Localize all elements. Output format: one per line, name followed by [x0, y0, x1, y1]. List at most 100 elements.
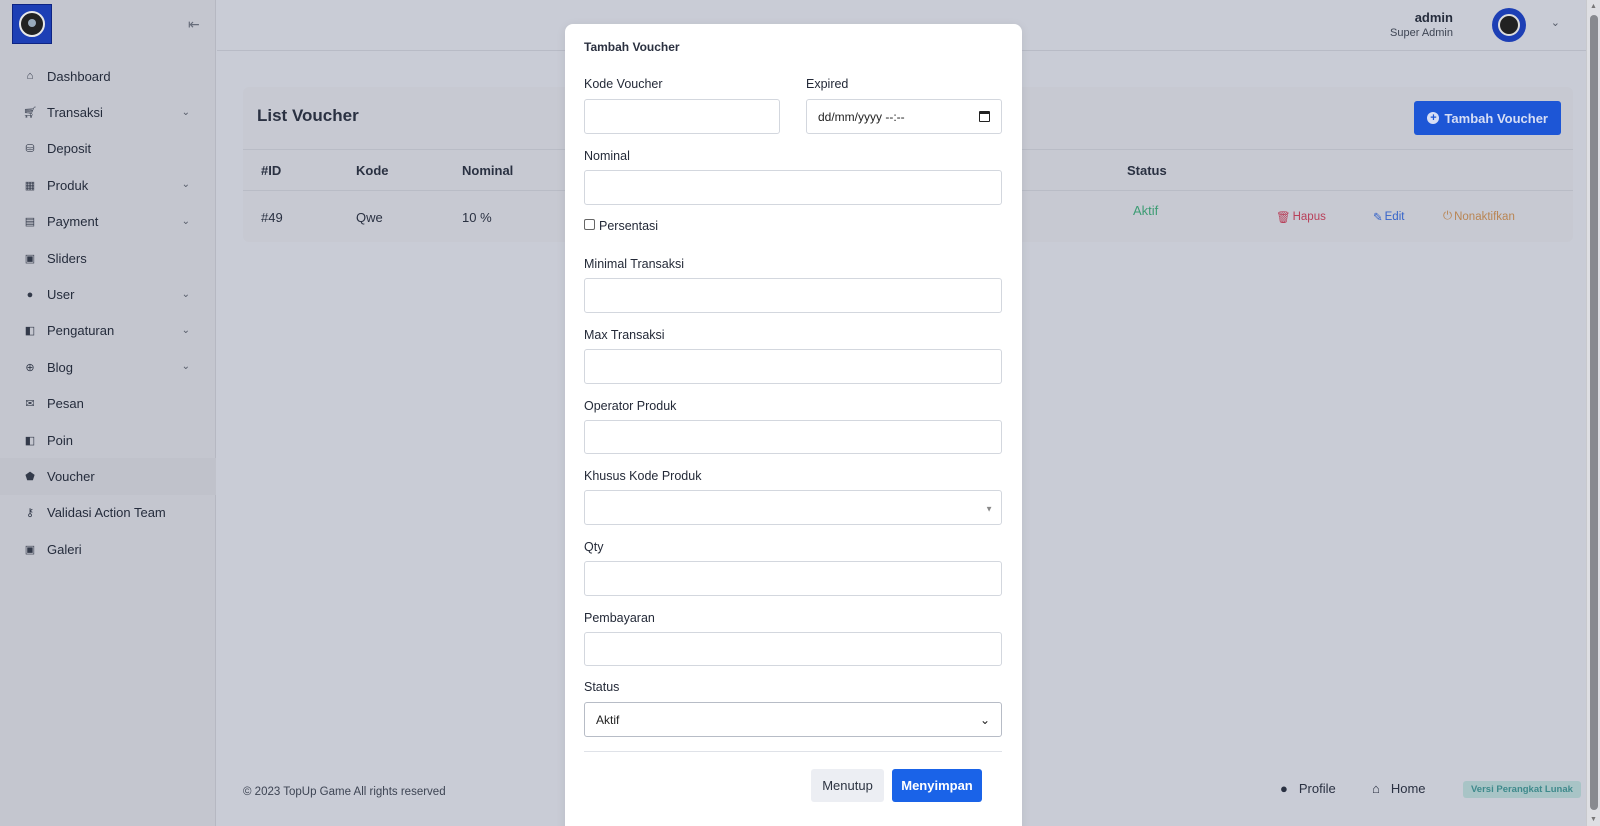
page-scrollbar[interactable]: ▲ ▼	[1586, 0, 1600, 826]
chevron-down-icon: ⌄	[181, 215, 190, 227]
expired-datetime-input[interactable]: dd/mm/yyyy --:--	[806, 99, 1002, 134]
sidebar-item-voucher[interactable]: ⬟ Voucher	[0, 458, 216, 495]
delete-label: Hapus	[1292, 211, 1326, 223]
points-icon: ◧	[24, 434, 36, 447]
sidebar-item-dashboard[interactable]: ⌂ Dashboard	[0, 58, 216, 94]
sidebar-item-label: Poin	[47, 432, 74, 448]
power-icon: ⏻	[1443, 210, 1453, 222]
settings-icon: ◧	[24, 325, 36, 338]
user-icon: ●	[26, 288, 34, 301]
chevron-down-icon: ⌄	[181, 106, 190, 118]
column-header-id: #ID	[261, 163, 282, 178]
version-badge: Versi Perangkat Lunak	[1463, 781, 1581, 798]
chevron-down-icon: ⌄	[181, 361, 190, 373]
sidebar-item-sliders[interactable]: ▣ Sliders	[0, 240, 216, 276]
sidebar-item-pesan[interactable]: ✉ Pesan	[0, 386, 216, 422]
khusus-kode-produk-select[interactable]: ▼	[584, 490, 1002, 525]
sidebar-item-label: Validasi Action Team	[47, 505, 166, 521]
coins-icon: ⛁	[25, 143, 35, 156]
avatar[interactable]	[1492, 8, 1526, 42]
copyright-text: © 2023 TopUp Game All rights reserved	[243, 786, 446, 798]
column-header-status: Status	[1127, 163, 1167, 178]
chevron-down-icon[interactable]: ⌄	[1551, 16, 1560, 29]
sidebar-item-blog[interactable]: ⊕ Blog ⌄	[0, 349, 216, 385]
save-button[interactable]: Menyimpan	[892, 769, 982, 802]
cell-id: #49	[261, 210, 283, 225]
sidebar-item-user[interactable]: ● User ⌄	[0, 276, 216, 312]
minimal-transaksi-input[interactable]	[584, 278, 1002, 313]
profile-label: Profile	[1298, 781, 1336, 796]
sidebar-item-pengaturan[interactable]: ◧ Pengaturan ⌄	[0, 313, 216, 349]
deactivate-button[interactable]: ⏻ Nonaktifkan	[1443, 210, 1515, 223]
sidebar-nav: ⌂ Dashboard 🛒︎ Transaksi ⌄ ⛁ Deposit ▦ P…	[0, 58, 216, 567]
user-icon: ●	[1280, 781, 1288, 796]
sidebar-item-label: Deposit	[47, 141, 92, 157]
calendar-icon[interactable]	[979, 111, 990, 122]
sidebar-item-label: Pesan	[47, 396, 84, 412]
sidebar-item-label: Transaksi	[47, 105, 103, 121]
edit-button[interactable]: ✎ Edit	[1373, 210, 1404, 224]
page-title: List Voucher	[257, 106, 359, 125]
scroll-down-arrow-icon[interactable]: ▼	[1590, 816, 1597, 823]
sidebar-item-transaksi[interactable]: 🛒︎ Transaksi ⌄	[0, 94, 216, 130]
status-selected-value: Aktif	[596, 712, 620, 727]
persentasi-checkbox[interactable]	[584, 219, 595, 230]
delete-button[interactable]: 🗑︎ Hapus	[1276, 210, 1326, 224]
column-header-nominal: Nominal	[462, 163, 514, 178]
user-role: Super Admin	[1390, 27, 1453, 39]
close-button[interactable]: Menutup	[811, 769, 884, 802]
add-voucher-button[interactable]: + Tambah Voucher	[1414, 101, 1561, 135]
kode-voucher-label: Kode Voucher	[584, 77, 663, 91]
qty-input[interactable]	[584, 561, 1002, 596]
pembayaran-label: Pembayaran	[584, 611, 655, 625]
expired-placeholder: dd/mm/yyyy --:--	[818, 109, 905, 124]
collapse-sidebar-icon[interactable]: ⇤	[188, 16, 200, 33]
modal-footer-divider	[584, 751, 1002, 752]
trash-icon: 🗑︎	[1276, 212, 1291, 224]
logo[interactable]	[12, 4, 52, 44]
plus-circle-icon: +	[1427, 112, 1440, 124]
sidebar-item-galeri[interactable]: ▣ Galeri	[0, 531, 216, 567]
scroll-up-arrow-icon[interactable]: ▲	[1590, 3, 1597, 10]
operator-produk-label: Operator Produk	[584, 399, 677, 413]
cell-kode: Qwe	[356, 210, 383, 225]
sidebar-item-payment[interactable]: ▤ Payment ⌄	[0, 204, 216, 240]
max-transaksi-label: Max Transaksi	[584, 328, 665, 342]
pencil-icon: ✎	[1373, 212, 1383, 224]
sidebar-item-label: User	[47, 287, 75, 303]
nominal-label: Nominal	[584, 149, 630, 163]
deactivate-label: Nonaktifkan	[1454, 210, 1515, 223]
qty-label: Qty	[584, 540, 604, 554]
sidebar-item-produk[interactable]: ▦ Produk ⌄	[0, 167, 216, 203]
operator-produk-input[interactable]	[584, 420, 1002, 454]
max-transaksi-input[interactable]	[584, 349, 1002, 384]
scrollbar-thumb[interactable]	[1590, 15, 1598, 810]
store-icon: ▦	[24, 179, 36, 192]
home-icon: ⌂	[1372, 781, 1380, 796]
persentasi-label: Persentasi	[599, 219, 659, 233]
tags-icon: ⬟	[25, 470, 35, 483]
pembayaran-input[interactable]	[584, 632, 1002, 666]
home-icon: ⌂	[26, 70, 34, 83]
status-label: Status	[584, 680, 620, 694]
add-voucher-label: Tambah Voucher	[1444, 110, 1548, 126]
footer-link-profile[interactable]: ● Profile	[1280, 781, 1336, 796]
status-badge: Aktif	[1133, 203, 1159, 218]
sidebar-item-validasi-action-team[interactable]: ⚷ Validasi Action Team	[0, 495, 216, 531]
sidebar-item-deposit[interactable]: ⛁ Deposit	[0, 131, 216, 167]
wallet-icon: ▤	[24, 216, 36, 229]
globe-icon: ⊕	[25, 361, 35, 374]
minimal-transaksi-label: Minimal Transaksi	[584, 257, 685, 271]
kode-voucher-input[interactable]	[584, 99, 780, 134]
nominal-input[interactable]	[584, 170, 1002, 205]
status-select[interactable]: Aktif ⌄	[584, 702, 1002, 737]
edit-label: Edit	[1384, 211, 1405, 223]
chevron-down-icon: ⌄	[181, 179, 190, 191]
column-header-kode: Kode	[356, 163, 389, 178]
sidebar-item-label: Blog	[47, 359, 74, 375]
sidebar-item-poin[interactable]: ◧ Poin	[0, 422, 216, 458]
sidebar-item-label: Pengaturan	[47, 323, 115, 339]
gallery-icon: ▣	[24, 543, 36, 556]
footer-link-home[interactable]: ⌂ Home	[1372, 781, 1426, 796]
sidebar-item-label: Payment	[47, 214, 99, 230]
